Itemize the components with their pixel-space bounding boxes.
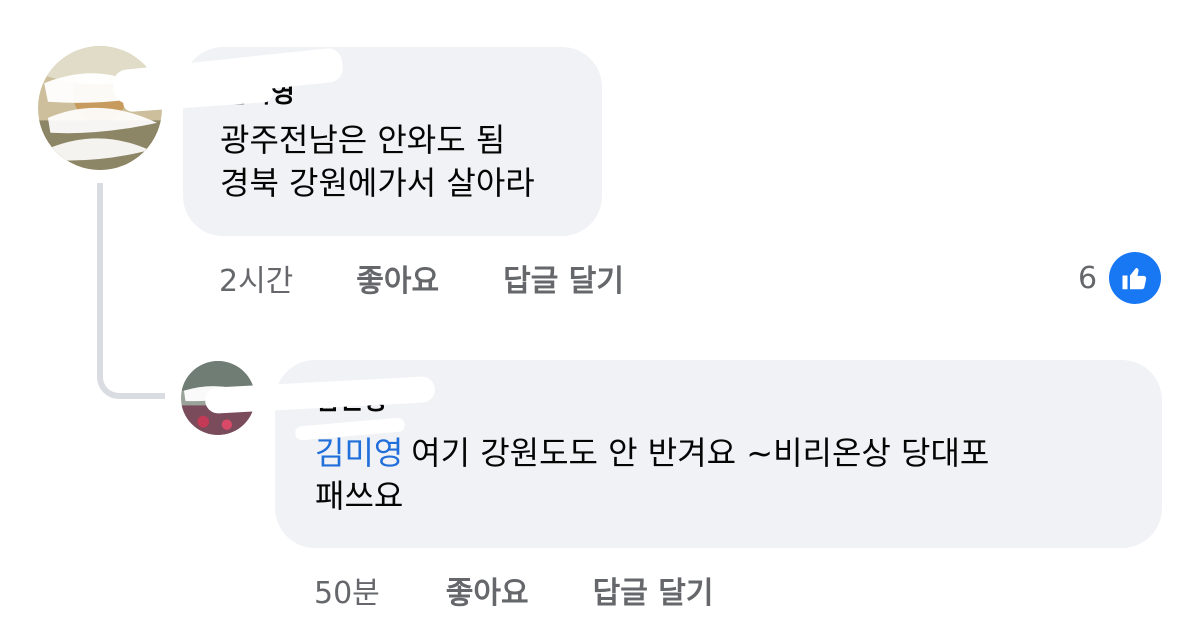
comment-body: 광주전남은 안와도 됨 경북 강원에가서 살아라 [220, 119, 535, 205]
reaction-count: 6 [1078, 260, 1098, 296]
comment-body: 김미영 여기 강원도도 안 반겨요 ~비리온상 당대포 패쓰요 [315, 432, 989, 518]
like-button[interactable]: 좋아요 [446, 568, 529, 612]
reaction-summary[interactable]: 6 [1078, 252, 1162, 304]
comment-actions: 2시간 좋아요 답글 달기 [219, 256, 624, 300]
mention-link[interactable]: 김미영 [315, 432, 401, 475]
thread-connector-line [97, 183, 165, 399]
thumbs-up-icon [1109, 252, 1162, 304]
comment-timestamp[interactable]: 50분 [314, 568, 380, 612]
comment-text-line: 여기 강원도도 안 반겨요 ~비리온상 당대포 [411, 434, 990, 472]
comment-text-line: 광주전남은 안와도 됨 [220, 121, 506, 159]
comment-thread: 김미영 광주전남은 안와도 됨 경북 강원에가서 살아라 2시간 좋아요 답글 … [0, 0, 1200, 630]
comment-text-line: 경북 강원에가서 살아라 [220, 164, 535, 202]
reply-bubble: 김민정 김미영 여기 강원도도 안 반겨요 ~비리온상 당대포 패쓰요 [204, 360, 1162, 548]
reply-button[interactable]: 답글 달기 [503, 256, 624, 300]
like-button[interactable]: 좋아요 [356, 256, 439, 300]
comment-timestamp[interactable]: 2시간 [219, 256, 293, 300]
reply-button[interactable]: 답글 달기 [593, 568, 714, 612]
comment-text-line: 패쓰요 [315, 477, 404, 515]
comment-bubble: 김미영 광주전남은 안와도 됨 경북 강원에가서 살아라 [111, 47, 602, 236]
comment-actions: 50분 좋아요 답글 달기 [314, 568, 713, 612]
